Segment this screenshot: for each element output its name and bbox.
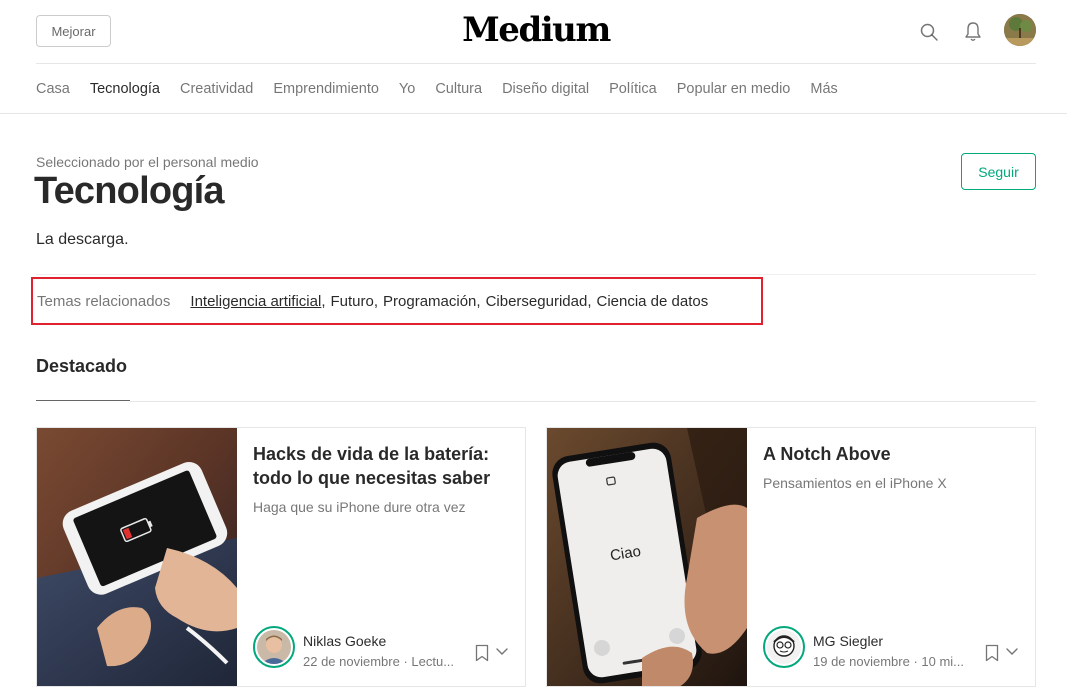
- chevron-down-icon[interactable]: [493, 642, 511, 662]
- topic-tagline: La descarga.: [36, 231, 129, 248]
- page-title: Tecnología: [34, 170, 225, 212]
- story-image[interactable]: [37, 428, 237, 686]
- story-subtitle: Haga que su iPhone dure otra vez: [253, 499, 466, 515]
- topic-separator: ,: [587, 292, 592, 310]
- story-card[interactable]: Ciao A Notch Above Pensamientos en el iP…: [546, 427, 1036, 687]
- topic-link-ciberseguridad[interactable]: Ciberseguridad: [486, 293, 588, 310]
- story-body: A Notch Above Pensamientos en el iPhone …: [763, 428, 1023, 686]
- top-bar: Mejorar Medium: [36, 0, 1036, 64]
- follow-button[interactable]: Seguir: [961, 153, 1036, 190]
- search-icon[interactable]: [917, 20, 941, 44]
- author-avatar[interactable]: [763, 626, 805, 668]
- nav-item-tecnologia[interactable]: Tecnología: [90, 81, 160, 97]
- nav-item-casa[interactable]: Casa: [36, 81, 70, 97]
- medium-logo[interactable]: Medium: [462, 10, 611, 50]
- topic-link-futuro[interactable]: Futuro: [330, 293, 373, 310]
- topic-link-inteligencia-artificial[interactable]: Inteligencia artificial: [190, 293, 321, 310]
- nav-item-cultura[interactable]: Cultura: [435, 81, 482, 97]
- topic-separator: ,: [373, 292, 379, 310]
- nav-item-yo[interactable]: Yo: [399, 81, 415, 97]
- author-name[interactable]: Niklas Goeke: [303, 633, 386, 649]
- nav-divider: [0, 113, 1067, 114]
- featured-heading: Destacado: [36, 356, 128, 376]
- nav-item-creatividad[interactable]: Creatividad: [180, 81, 253, 97]
- category-nav: Casa Tecnología Creatividad Emprendimien…: [36, 64, 1036, 113]
- story-subtitle: Pensamientos en el iPhone X: [763, 475, 947, 491]
- featured-heading-underline: [36, 400, 130, 401]
- story-card[interactable]: Hacks de vida de la batería: todo lo que…: [36, 427, 526, 687]
- story-title[interactable]: A Notch Above: [763, 442, 1023, 466]
- bell-icon[interactable]: [961, 20, 985, 44]
- user-avatar[interactable]: [1004, 14, 1036, 46]
- topic-link-programacion[interactable]: Programación: [383, 293, 476, 310]
- nav-item-emprendimiento[interactable]: Emprendimiento: [273, 81, 379, 97]
- nav-item-popular[interactable]: Popular en medio: [677, 81, 791, 97]
- topic-separator: ,: [321, 292, 326, 310]
- story-body: Hacks de vida de la batería: todo lo que…: [253, 428, 513, 686]
- related-topics: Temas relacionados Inteligencia artifici…: [31, 277, 763, 325]
- story-meta: 22 de noviembre · Lectu...: [303, 654, 455, 669]
- nav-item-mas[interactable]: Más: [810, 81, 837, 97]
- featured-divider: [130, 401, 1036, 402]
- story-meta: 19 de noviembre · 10 mi...: [813, 654, 965, 669]
- story-title[interactable]: Hacks de vida de la batería: todo lo que…: [253, 442, 513, 490]
- curated-by-label: Seleccionado por el personal medio: [36, 154, 259, 170]
- story-image[interactable]: Ciao: [547, 428, 747, 686]
- upgrade-button[interactable]: Mejorar: [36, 15, 111, 47]
- bookmark-icon[interactable]: [473, 642, 491, 664]
- topic-separator: ,: [476, 292, 481, 310]
- author-avatar[interactable]: [253, 626, 295, 668]
- chevron-down-icon[interactable]: [1003, 642, 1021, 662]
- topic-link-ciencia-de-datos[interactable]: Ciencia de datos: [596, 293, 708, 310]
- bookmark-icon[interactable]: [983, 642, 1001, 664]
- divider: [36, 274, 1036, 275]
- related-topics-label: Temas relacionados: [37, 292, 171, 310]
- author-name[interactable]: MG Siegler: [813, 633, 883, 649]
- nav-item-diseno-digital[interactable]: Diseño digital: [502, 81, 589, 97]
- nav-item-politica[interactable]: Política: [609, 81, 657, 97]
